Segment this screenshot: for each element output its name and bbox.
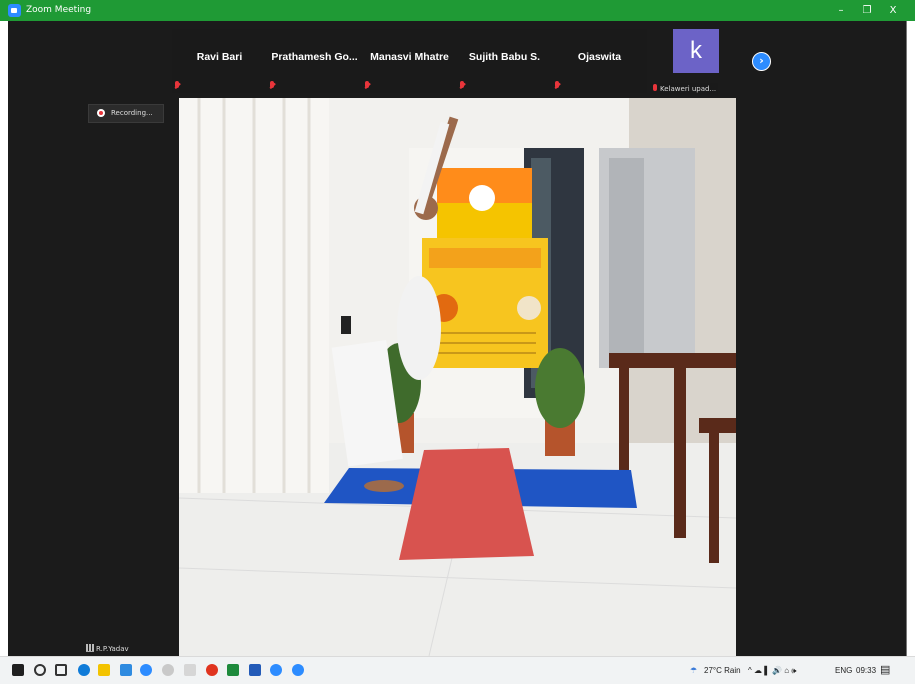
tray-icons[interactable]: ^ ☁ ▌ 🔊 ⌂ 🕪 [748, 657, 796, 684]
chrome-icon[interactable] [292, 664, 304, 676]
muted-mic-icon [269, 81, 275, 90]
settings-icon[interactable] [162, 664, 174, 676]
zoom-taskbar-icon[interactable] [270, 664, 282, 676]
muted-mic-icon [364, 81, 370, 90]
participant-tile[interactable]: Prathamesh Go... [267, 29, 362, 93]
recording-label: Recording... [111, 109, 153, 117]
weather-icon[interactable]: ☂ [690, 657, 697, 684]
video-frame [179, 98, 736, 656]
task-view-icon[interactable] [55, 664, 67, 676]
minimize-button[interactable]: – [828, 2, 854, 19]
edge-browser-icon[interactable] [78, 664, 90, 676]
recording-indicator[interactable]: Recording... [88, 104, 164, 123]
participant-name-tag: Kelaweri upad... [650, 83, 718, 95]
window-title: Zoom Meeting [26, 5, 92, 15]
app-icon[interactable] [184, 664, 196, 676]
participant-tile[interactable]: Ojaswita [552, 29, 647, 93]
participant-name: Prathamesh Go... [271, 51, 358, 63]
self-view-name-text: R.P.Yadav [96, 645, 129, 653]
participant-tile[interactable]: Sujith Babu S. [457, 29, 552, 93]
maximize-button[interactable]: ❐ [854, 2, 880, 19]
window-title-bar: Zoom Meeting – ❐ X [0, 0, 915, 21]
window-right-border [906, 21, 915, 656]
search-icon[interactable] [34, 664, 46, 676]
participant-name: Ojaswita [577, 51, 622, 63]
window-left-border [0, 21, 8, 656]
muted-mic-icon [652, 84, 658, 93]
app-icon[interactable] [206, 664, 218, 676]
record-icon [97, 109, 105, 117]
close-button[interactable]: X [880, 2, 906, 19]
muted-mic-icon [174, 81, 180, 90]
muted-mic-icon [459, 81, 465, 90]
zoom-app-icon [8, 4, 21, 17]
muted-mic-icon [554, 81, 560, 90]
word-icon[interactable] [249, 664, 261, 676]
participant-name: Kelaweri upad... [660, 85, 717, 93]
participant-avatar[interactable]: k [673, 29, 719, 73]
chrome-icon[interactable] [140, 664, 152, 676]
participant-name: Ravi Bari [196, 51, 243, 63]
signal-bars-icon [86, 644, 94, 652]
windows-start-icon[interactable] [12, 664, 24, 676]
system-clock[interactable]: 09:33 [856, 657, 876, 684]
store-icon[interactable] [120, 664, 132, 676]
os-taskbar: ☂ 27°C Rain ^ ☁ ▌ 🔊 ⌂ 🕪 ENG 09:33 ▤ [0, 656, 915, 684]
weather-status[interactable]: 27°C Rain [704, 657, 741, 684]
participant-tile[interactable]: Ravi Bari [172, 29, 267, 93]
input-language[interactable]: ENG [835, 657, 852, 684]
active-speaker-video[interactable] [179, 98, 736, 656]
file-explorer-icon[interactable] [98, 664, 110, 676]
participant-tile[interactable]: Manasvi Mhatre [362, 29, 457, 93]
chevron-right-icon: › [759, 54, 764, 67]
excel-icon[interactable] [227, 664, 239, 676]
notifications-icon[interactable]: ▤ [880, 657, 890, 684]
self-view-name: R.P.Yadav [86, 644, 129, 654]
participant-name: Sujith Babu S. [468, 51, 541, 63]
next-page-button[interactable]: › [752, 52, 771, 71]
participant-name: Manasvi Mhatre [370, 51, 449, 63]
